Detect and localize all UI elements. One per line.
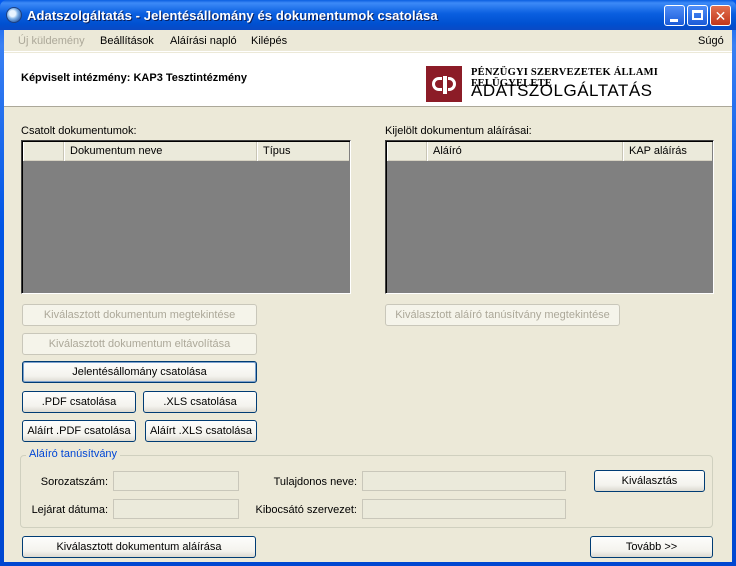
minimize-icon (670, 19, 678, 22)
org-subtitle: ADATSZOLGÁLTATÁS (471, 81, 653, 100)
menu-settings[interactable]: Beállítások (100, 35, 154, 47)
issuer-field[interactable] (362, 499, 566, 519)
attach-xls-button[interactable]: .XLS csatolása (143, 391, 257, 413)
represented-institution: Képviselt intézmény: KAP3 Tesztintézmény (21, 72, 247, 84)
menu-exit[interactable]: Kilépés (251, 35, 287, 47)
column-header-signer[interactable]: Aláíró (427, 142, 623, 161)
column-header-type[interactable]: Típus (257, 142, 349, 161)
issuer-label: Kibocsátó szervezet: (255, 504, 358, 516)
maximize-icon (692, 10, 703, 20)
header-banner: Képviselt intézmény: KAP3 Tesztintézmény… (4, 53, 732, 107)
app-globe-icon (6, 7, 22, 23)
app-window: Adatszolgáltatás - Jelentésállomány és d… (0, 0, 736, 566)
sign-document-button[interactable]: Kiválasztott dokumentum aláírása (22, 536, 256, 558)
menu-bar: Új küldemény Beállítások Aláírási napló … (4, 30, 732, 52)
client-area: Új küldemény Beállítások Aláírási napló … (4, 30, 732, 562)
psztf-logo (426, 66, 462, 102)
menu-signing-log[interactable]: Aláírási napló (170, 35, 237, 47)
attached-docs-header: Dokumentum neve Típus (23, 142, 349, 161)
select-certificate-button[interactable]: Kiválasztás (594, 470, 705, 492)
title-bar[interactable]: Adatszolgáltatás - Jelentésállomány és d… (0, 0, 736, 30)
signatures-list[interactable]: Aláíró KAP aláírás (385, 140, 714, 294)
close-button[interactable]: ✕ (710, 5, 731, 26)
column-header-doc-name[interactable]: Dokumentum neve (64, 142, 257, 161)
signatures-header: Aláíró KAP aláírás (387, 142, 712, 161)
view-document-button[interactable]: Kiválasztott dokumentum megtekintése (22, 304, 257, 326)
attach-report-button[interactable]: Jelentésállomány csatolása (22, 361, 257, 383)
attach-signed-pdf-button[interactable]: Aláírt .PDF csatolása (22, 420, 136, 442)
attach-signed-xls-button[interactable]: Aláírt .XLS csatolása (145, 420, 257, 442)
owner-label: Tulajdonos neve: (273, 476, 357, 488)
column-header-kap-signature[interactable]: KAP aláírás (623, 142, 712, 161)
serial-label: Sorozatszám: (40, 476, 108, 488)
attached-docs-list[interactable]: Dokumentum neve Típus (21, 140, 351, 294)
signatures-label: Kijelölt dokumentum aláírásai: (385, 125, 532, 137)
column-header-select[interactable] (387, 142, 427, 161)
window-title: Adatszolgáltatás - Jelentésállomány és d… (27, 8, 438, 23)
attached-docs-label: Csatolt dokumentumok: (21, 125, 137, 137)
next-button[interactable]: Tovább >> (590, 536, 713, 558)
owner-field[interactable] (362, 471, 566, 491)
expiry-field[interactable] (113, 499, 239, 519)
close-icon: ✕ (714, 8, 727, 24)
certificate-group-legend: Aláíró tanúsítvány (26, 448, 121, 460)
maximize-button[interactable] (687, 5, 708, 26)
view-certificate-button[interactable]: Kiválasztott aláíró tanúsítvány megtekin… (385, 304, 620, 326)
menu-new-shipment[interactable]: Új küldemény (18, 35, 85, 47)
column-header-select[interactable] (23, 142, 64, 161)
serial-field[interactable] (113, 471, 239, 491)
logo-mark-icon (432, 75, 456, 95)
attach-pdf-button[interactable]: .PDF csatolása (22, 391, 136, 413)
expiry-label: Lejárat dátuma: (31, 504, 108, 516)
remove-document-button[interactable]: Kiválasztott dokumentum eltávolítása (22, 333, 257, 355)
minimize-button[interactable] (664, 5, 685, 26)
menu-help[interactable]: Súgó (698, 35, 724, 47)
